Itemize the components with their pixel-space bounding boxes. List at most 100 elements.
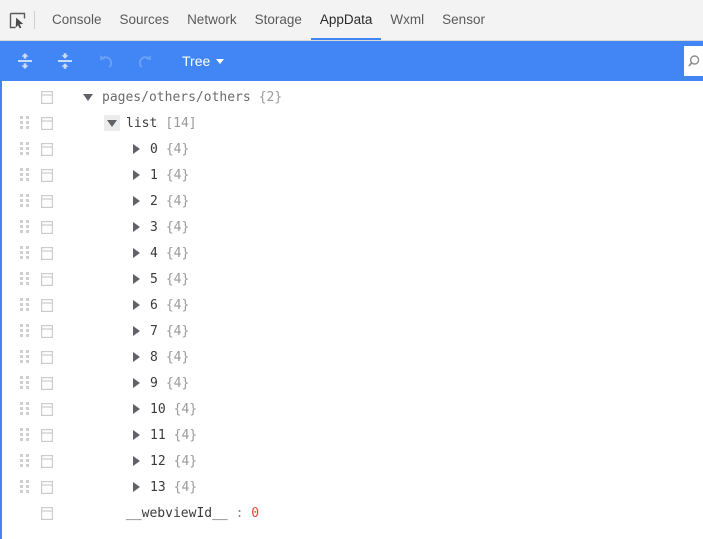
node-size-badge: {4} [165,271,190,287]
toggle-collapsed-icon[interactable] [128,479,144,495]
tree-row[interactable]: 9 {4} [2,370,703,396]
toggle-collapsed-icon[interactable] [128,141,144,157]
node-card-icon[interactable] [36,422,58,448]
toggle-collapsed-icon[interactable] [128,375,144,391]
node-size-badge: {4} [173,401,198,417]
node-card-icon[interactable] [36,110,58,136]
node-card-icon[interactable] [36,292,58,318]
node-card-icon[interactable] [36,162,58,188]
node-card-icon[interactable] [36,500,58,526]
tab-wxml[interactable]: Wxml [381,0,433,40]
tree-row[interactable]: 7 {4} [2,318,703,344]
toggle-collapsed-icon[interactable] [128,323,144,339]
redo-icon[interactable] [130,46,160,76]
drag-handle-icon[interactable] [16,214,32,240]
drag-handle-icon[interactable] [16,292,32,318]
node-key: 8 [150,349,158,365]
node-card-icon[interactable] [36,188,58,214]
node-card-icon[interactable] [36,318,58,344]
node-card-icon[interactable] [36,370,58,396]
appdata-tree[interactable]: pages/others/others {2} list [14] 0 {4} 1 {4} 2 {… [0,81,703,539]
toggle-expanded-icon[interactable] [80,89,96,105]
tree-row[interactable]: pages/others/others {2} [2,84,703,110]
inspect-element-icon[interactable] [0,0,34,40]
tree-row[interactable]: 13 {4} [2,474,703,500]
tree-row[interactable]: 1 {4} [2,162,703,188]
toggle-collapsed-icon[interactable] [128,453,144,469]
undo-icon[interactable] [90,46,120,76]
drag-handle-icon[interactable] [16,240,32,266]
collapse-all-icon[interactable] [50,46,80,76]
node-card-icon[interactable] [36,214,58,240]
node-card-icon[interactable] [36,474,58,500]
tree-row[interactable]: 10 {4} [2,396,703,422]
node-key: 7 [150,323,158,339]
toggle-collapsed-icon[interactable] [128,401,144,417]
node-value[interactable]: 0 [251,506,259,521]
chevron-down-icon [216,58,225,64]
drag-handle-icon[interactable] [16,266,32,292]
tab-sensor[interactable]: Sensor [433,0,494,40]
drag-handle-icon[interactable] [16,474,32,500]
toggle-collapsed-icon[interactable] [128,297,144,313]
toggle-collapsed-icon[interactable] [128,427,144,443]
drag-handle-icon[interactable] [16,318,32,344]
tree-row[interactable]: list [14] [2,110,703,136]
tree-row[interactable]: 6 {4} [2,292,703,318]
toggle-expanded-icon[interactable] [104,115,120,131]
search-box[interactable] [684,46,703,76]
appdata-toolbar: Tree [0,41,703,81]
drag-handle-icon[interactable] [16,162,32,188]
drag-handle-icon[interactable] [16,448,32,474]
tree-row[interactable]: 2 {4} [2,188,703,214]
node-card-icon[interactable] [36,136,58,162]
tab-network[interactable]: Network [178,0,246,40]
tree-row[interactable]: 8 {4} [2,344,703,370]
node-size-badge: {4} [165,375,190,391]
node-card-icon[interactable] [36,396,58,422]
drag-handle-icon[interactable] [16,188,32,214]
toggle-collapsed-icon[interactable] [128,219,144,235]
toggle-collapsed-icon[interactable] [128,271,144,287]
node-key: 9 [150,375,158,391]
tree-row[interactable]: 11 {4} [2,422,703,448]
toggle-collapsed-icon[interactable] [128,245,144,261]
node-card-icon[interactable] [36,84,58,110]
expand-all-icon[interactable] [10,46,40,76]
node-key: 12 [150,453,166,469]
node-size-badge: [14] [165,115,197,131]
tree-row[interactable]: 12 {4} [2,448,703,474]
tree-row[interactable]: __webviewId__ : 0 [2,500,703,526]
key-value-separator: : [227,505,252,521]
tree-row[interactable]: 0 {4} [2,136,703,162]
drag-handle-icon [16,500,32,526]
drag-handle-icon[interactable] [16,344,32,370]
drag-handle-icon[interactable] [16,422,32,448]
toggle-collapsed-icon[interactable] [128,193,144,209]
view-mode-dropdown[interactable]: Tree [182,53,225,69]
node-card-icon[interactable] [36,344,58,370]
tab-appdata[interactable]: AppData [310,0,382,40]
tab-storage[interactable]: Storage [246,0,311,40]
tab-sources[interactable]: Sources [111,0,179,40]
tree-row[interactable]: 3 {4} [2,214,703,240]
drag-handle-icon[interactable] [16,136,32,162]
tree-row[interactable]: 5 {4} [2,266,703,292]
node-size-badge: {4} [173,427,198,443]
drag-handle-icon [16,84,32,110]
drag-handle-icon[interactable] [16,110,32,136]
node-size-badge: {4} [165,323,190,339]
search-icon [688,54,703,69]
toggle-collapsed-icon[interactable] [128,167,144,183]
node-card-icon[interactable] [36,266,58,292]
node-card-icon[interactable] [36,240,58,266]
node-key: list [126,115,158,131]
tab-console[interactable]: Console [43,0,111,40]
node-card-icon[interactable] [36,448,58,474]
node-size-badge: {4} [165,219,190,235]
drag-handle-icon[interactable] [16,396,32,422]
tree-row[interactable]: 4 {4} [2,240,703,266]
toggle-collapsed-icon[interactable] [128,349,144,365]
drag-handle-icon[interactable] [16,370,32,396]
node-size-badge: {2} [258,89,283,105]
